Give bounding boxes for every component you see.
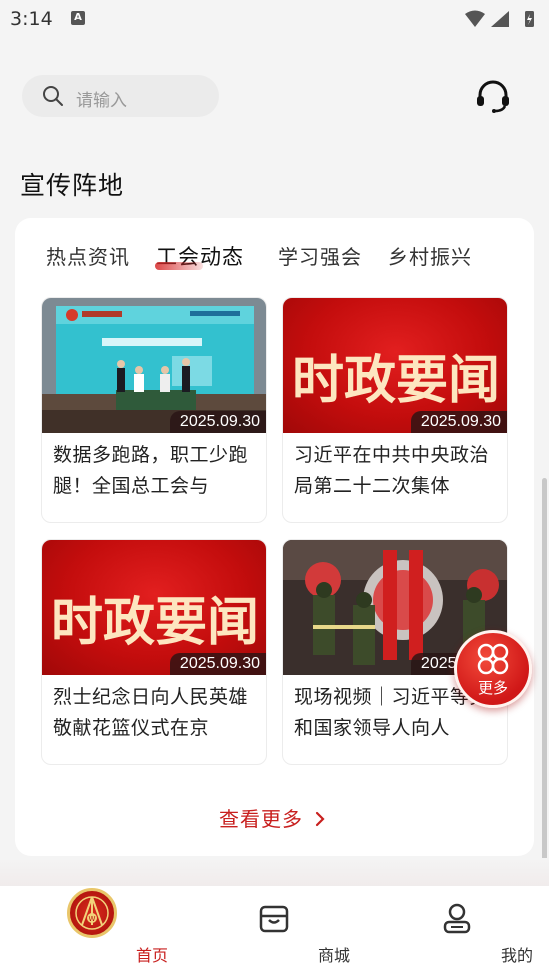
svg-text:W: W — [89, 915, 96, 923]
nav-shop-label: 商城 — [317, 946, 350, 965]
chevron-right-icon — [316, 811, 325, 827]
union-emblem-icon[interactable]: W — [67, 888, 117, 938]
tab-hot-news[interactable]: 热点资讯 — [46, 241, 130, 270]
news-thumbnail: 时政要闻 2025.09.30 — [283, 298, 507, 433]
news-item[interactable]: 时政要闻 2025.09.30 烈士纪念日向人民英雄敬献花篮仪式在京 — [41, 539, 267, 765]
search-icon — [43, 86, 63, 106]
news-item[interactable]: 时政要闻 2025.09.30 习近平在中共中央政治局第二十二次集体 — [282, 297, 508, 523]
status-bar: 3:14 A — [0, 0, 549, 40]
news-title: 烈士纪念日向人民英雄敬献花篮仪式在京 — [53, 686, 249, 739]
emblem-mark: W — [75, 896, 109, 930]
thumb-headline: 时政要闻 — [50, 593, 259, 653]
nav-shop[interactable]: 商城 — [214, 886, 350, 977]
news-date: 2025.09.30 — [410, 411, 507, 433]
shop-icon — [259, 905, 289, 933]
scrollbar[interactable] — [542, 478, 547, 886]
signal-icon — [491, 11, 509, 27]
status-time: 3:14 — [10, 8, 53, 30]
news-thumbnail: 时政要闻 2025.09.30 — [42, 540, 266, 675]
news-date: 2025.09.30 — [169, 653, 266, 675]
tab-study[interactable]: 学习强会 — [278, 241, 362, 270]
user-icon — [443, 903, 471, 934]
nav-home-label: 首页 — [135, 946, 168, 965]
thumb-headline: 时政要闻 — [291, 351, 500, 411]
nav-mine-label: 我的 — [500, 946, 533, 965]
floating-more-label: 更多 — [477, 679, 508, 697]
tab-active-indicator — [155, 262, 203, 270]
status-icons — [465, 10, 534, 27]
tab-rural[interactable]: 乡村振兴 — [388, 241, 472, 270]
news-item[interactable]: 2025.09.30 数据多跑路，职工少跑腿！全国总工会与 — [41, 297, 267, 523]
clover-grid-icon — [477, 643, 509, 675]
floating-more-button[interactable]: 更多 — [454, 630, 532, 708]
section-title: 宣传阵地 — [20, 171, 125, 200]
notification-a-icon: A — [71, 11, 85, 25]
wifi-icon — [465, 10, 485, 27]
news-date: 2025.09.30 — [169, 411, 266, 433]
nav-mine[interactable]: 我的 — [397, 886, 533, 977]
search-placeholder[interactable]: 请输入 — [76, 86, 127, 111]
news-thumbnail: 2025.09.30 — [42, 298, 266, 433]
search-bar[interactable]: 请输入 — [22, 75, 219, 117]
news-title: 习近平在中共中央政治局第二十二次集体 — [294, 444, 490, 497]
customer-service-icon[interactable] — [474, 78, 512, 116]
news-title: 数据多跑路，职工少跑腿！全国总工会与 — [53, 444, 249, 497]
view-more-label: 查看更多 — [219, 807, 303, 831]
view-more-link[interactable]: 查看更多 — [219, 803, 326, 832]
